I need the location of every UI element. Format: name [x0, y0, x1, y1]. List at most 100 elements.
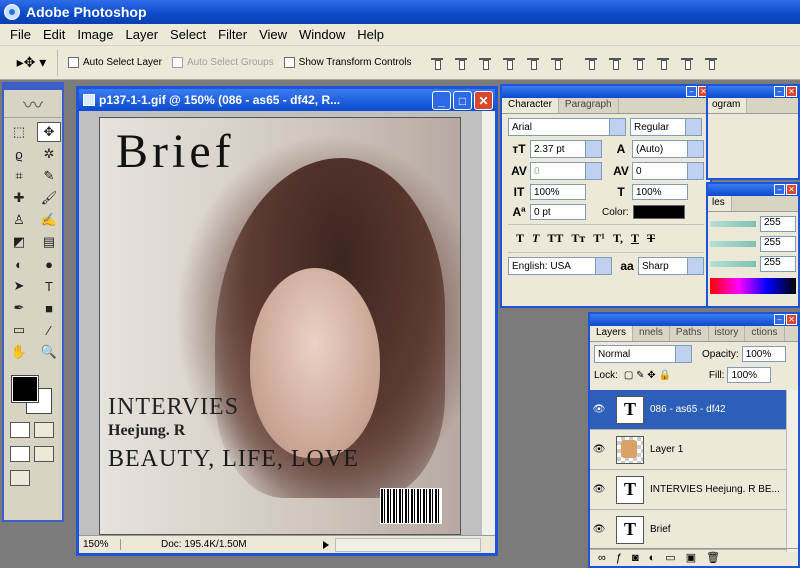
tab-actions[interactable]: ctions [745, 326, 785, 341]
align-left-icon[interactable] [501, 55, 517, 71]
strikethrough-button[interactable]: T [647, 231, 655, 246]
tab-character[interactable]: Character [502, 98, 559, 113]
lock-icons[interactable]: ▢ ✎ ✥ 🔒 [624, 370, 671, 381]
zoom-level[interactable]: 150% [79, 539, 121, 550]
distribute-left-icon[interactable] [655, 55, 671, 71]
canvas-area[interactable]: Brief INTERVIES Heejung. R BEAUTY, LIFE,… [79, 111, 485, 535]
panel-close-button[interactable]: ✕ [786, 314, 797, 325]
new-group-icon[interactable]: ▭ [665, 551, 675, 564]
hand-tool-icon[interactable]: ✋ [7, 342, 31, 362]
eye-icon[interactable]: 👁 [590, 484, 608, 495]
align-top-icon[interactable] [429, 55, 445, 71]
panel-header[interactable]: – ✕ [708, 184, 798, 196]
language-select[interactable]: English: USA [508, 257, 612, 275]
maximize-button[interactable]: □ [453, 91, 472, 110]
opacity-field[interactable]: 100% [741, 346, 786, 362]
menu-filter[interactable]: Filter [212, 27, 253, 42]
slider-track[interactable] [710, 221, 756, 227]
standard-screen-button[interactable] [10, 446, 30, 462]
tab-paths[interactable]: Paths [670, 326, 709, 341]
delete-layer-icon[interactable]: 🗑 [706, 551, 720, 564]
tab-styles[interactable]: les [708, 196, 732, 211]
leading-select[interactable]: (Auto) [632, 140, 704, 158]
eraser-tool-icon[interactable]: ◩ [7, 232, 31, 252]
eye-icon[interactable]: 👁 [590, 444, 608, 455]
minimize-button[interactable]: _ [432, 91, 451, 110]
subscript-button[interactable]: T, [613, 231, 623, 246]
panel-header[interactable]: – ✕ [708, 86, 798, 98]
blur-tool-icon[interactable]: ◐ [7, 254, 31, 274]
slider-track[interactable] [710, 261, 756, 267]
baseline-shift-field[interactable]: 0 pt [530, 204, 586, 220]
menu-image[interactable]: Image [71, 27, 119, 42]
shape-tool-icon[interactable]: ■ [37, 298, 61, 318]
panel-close-button[interactable]: ✕ [786, 86, 797, 97]
distribute-hcenter-icon[interactable] [679, 55, 695, 71]
history-brush-tool-icon[interactable]: ✍ [37, 210, 61, 230]
clone-stamp-tool-icon[interactable]: ♙ [7, 210, 31, 230]
auto-select-layer-checkbox[interactable]: Auto Select Layer [68, 57, 162, 68]
align-vcenter-icon[interactable] [453, 55, 469, 71]
text-color-swatch[interactable] [632, 205, 685, 219]
menu-layer[interactable]: Layer [120, 27, 165, 42]
vertical-scale-field[interactable]: 100% [530, 184, 586, 200]
magic-wand-tool-icon[interactable]: ✲ [37, 144, 61, 164]
horizontal-scale-field[interactable]: 100% [632, 184, 688, 200]
color-value-g[interactable]: 255 [760, 236, 796, 252]
kerning-select[interactable]: 0 [530, 162, 602, 180]
move-tool-preset[interactable]: ▸✥ ▾ [6, 49, 58, 76]
zoom-tool-icon[interactable]: 🔍 [37, 342, 61, 362]
foreground-color-swatch[interactable] [11, 375, 39, 403]
font-family-select[interactable]: Arial [508, 118, 626, 136]
font-style-select[interactable]: Regular [630, 118, 702, 136]
panel-minimize-button[interactable]: – [774, 86, 785, 97]
auto-select-groups-checkbox[interactable]: Auto Select Groups [171, 57, 274, 68]
layer-row[interactable]: 👁 T 086 - as65 - df42 [590, 390, 798, 430]
antialias-select[interactable]: Sharp [638, 257, 704, 275]
distribute-right-icon[interactable] [703, 55, 719, 71]
layer-row[interactable]: 👁 T INTERVIES Heejung. R BE... [590, 470, 798, 510]
layer-mask-icon[interactable]: ◙ [632, 552, 639, 564]
tab-layers[interactable]: Layers [590, 326, 634, 341]
close-button[interactable]: ✕ [474, 91, 493, 110]
align-bottom-icon[interactable] [477, 55, 493, 71]
quick-mask-mode-button[interactable] [34, 422, 54, 438]
marquee-tool-icon[interactable]: ⬚ [7, 122, 31, 142]
eye-icon[interactable]: 👁 [590, 524, 608, 535]
menu-file[interactable]: File [4, 27, 37, 42]
superscript-button[interactable]: T¹ [593, 231, 605, 246]
tab-histogram[interactable]: ogram [708, 98, 748, 113]
adjustment-layer-icon[interactable]: ◐ [649, 552, 656, 564]
healing-brush-tool-icon[interactable]: ✚ [7, 188, 31, 208]
notes-tool-icon[interactable]: ▭ [7, 320, 31, 340]
faux-bold-button[interactable]: T [516, 231, 524, 246]
tab-paragraph[interactable]: Paragraph [559, 98, 619, 113]
type-tool-icon[interactable]: T [37, 276, 61, 296]
full-screen-button[interactable] [34, 446, 54, 462]
faux-italic-button[interactable]: T [532, 231, 539, 246]
slice-tool-icon[interactable]: ✎ [37, 166, 61, 186]
distribute-top-icon[interactable] [583, 55, 599, 71]
color-value-r[interactable]: 255 [760, 216, 796, 232]
magazine-cover-image[interactable]: Brief INTERVIES Heejung. R BEAUTY, LIFE,… [99, 117, 461, 535]
move-tool-icon[interactable]: ✥ [37, 122, 61, 142]
panel-minimize-button[interactable]: – [774, 184, 785, 195]
font-size-select[interactable]: 2.37 pt [530, 140, 602, 158]
document-vertical-scrollbar[interactable] [481, 111, 495, 535]
document-horizontal-scrollbar[interactable] [335, 537, 481, 552]
distribute-bottom-icon[interactable] [631, 55, 647, 71]
link-layers-icon[interactable]: ∞ [598, 552, 606, 564]
gradient-tool-icon[interactable]: ▤ [37, 232, 61, 252]
menu-edit[interactable]: Edit [37, 27, 71, 42]
new-layer-icon[interactable]: ▣ [686, 551, 696, 564]
menu-help[interactable]: Help [351, 27, 390, 42]
color-spectrum[interactable] [710, 278, 796, 294]
eye-icon[interactable]: 👁 [590, 404, 608, 415]
layer-style-icon[interactable]: ƒ [616, 552, 622, 564]
panel-minimize-button[interactable]: – [686, 86, 697, 97]
path-selection-tool-icon[interactable]: ➤ [7, 276, 31, 296]
panel-header[interactable]: – ✕ [502, 86, 710, 98]
jump-to-imageready-button[interactable] [10, 470, 30, 486]
layer-row[interactable]: 👁 Layer 1 [590, 430, 798, 470]
layers-scrollbar[interactable] [786, 390, 798, 552]
